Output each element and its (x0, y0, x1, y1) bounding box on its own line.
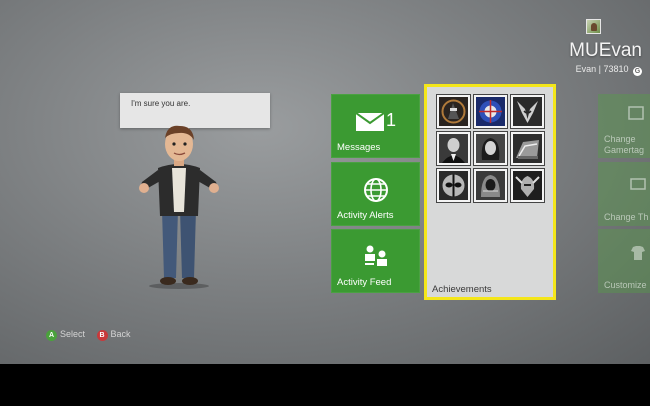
speech-bubble-text: I'm sure you are. (131, 99, 191, 108)
deadpool-achievement-icon (437, 169, 470, 202)
suited-man-achievement-icon (437, 132, 470, 165)
envelope-icon (356, 113, 384, 131)
people-feed-icon (365, 245, 387, 266)
customize-label: Customize (604, 280, 647, 290)
activity-feed-label: Activity Feed (337, 277, 392, 288)
globe-icon (364, 178, 388, 202)
woman-face-achievement-icon (474, 132, 507, 165)
back-hint[interactable]: Back (111, 329, 131, 339)
profile-name: Evan (575, 64, 597, 74)
customize-tile[interactable]: Customize (598, 229, 650, 293)
activity-feed-tile[interactable]: Activity Feed (331, 229, 420, 293)
gamer-picture (586, 19, 601, 34)
shield-face-achievement-icon (474, 95, 507, 128)
profile-separator: | (598, 64, 601, 74)
avatar (139, 125, 219, 289)
shirt-icon (631, 246, 645, 260)
dashboard-screen: MUEvan Evan | 73810 G I'm sure you are. (0, 0, 650, 364)
gamertag-icon (628, 106, 644, 120)
letterbox-bar (0, 364, 650, 406)
change-theme-tile[interactable]: Change Th (598, 162, 650, 226)
speech-bubble: I'm sure you are. (120, 93, 270, 135)
message-count: 1 (386, 110, 397, 130)
achievements-tile[interactable]: Achievements (424, 84, 556, 300)
winged-helmet-achievement-icon (511, 169, 544, 202)
change-theme-label: Change Th (604, 212, 649, 222)
change-gamertag-line1: Change (604, 134, 636, 144)
a-button-icon: A (46, 330, 57, 341)
controller-hints: A Select B Back (46, 329, 131, 341)
gamerscore: 73810 (603, 64, 629, 74)
messages-label: Messages (337, 142, 381, 153)
activity-alerts-tile[interactable]: Activity Alerts (331, 162, 420, 226)
select-hint[interactable]: Select (60, 329, 85, 339)
tank-achievement-icon (511, 132, 544, 165)
gamertag: MUEvan (569, 40, 642, 61)
messages-tile[interactable]: 1 Messages (331, 94, 420, 158)
theme-icon (630, 178, 646, 190)
activity-alerts-label: Activity Alerts (337, 210, 394, 221)
change-gamertag-line2: Gamertag (604, 145, 645, 155)
achievements-label: Achievements (432, 284, 492, 295)
b-button-icon: B (96, 330, 108, 341)
ninja-achievement-icon (437, 95, 470, 128)
profile-subline: Evan | 73810 G (576, 64, 642, 76)
change-gamertag-tile[interactable]: Change Gamertag (598, 94, 650, 158)
hooded-figure-achievement-icon (474, 169, 507, 202)
wolverine-achievement-icon (511, 95, 544, 128)
gamerscore-icon: G (633, 67, 642, 76)
